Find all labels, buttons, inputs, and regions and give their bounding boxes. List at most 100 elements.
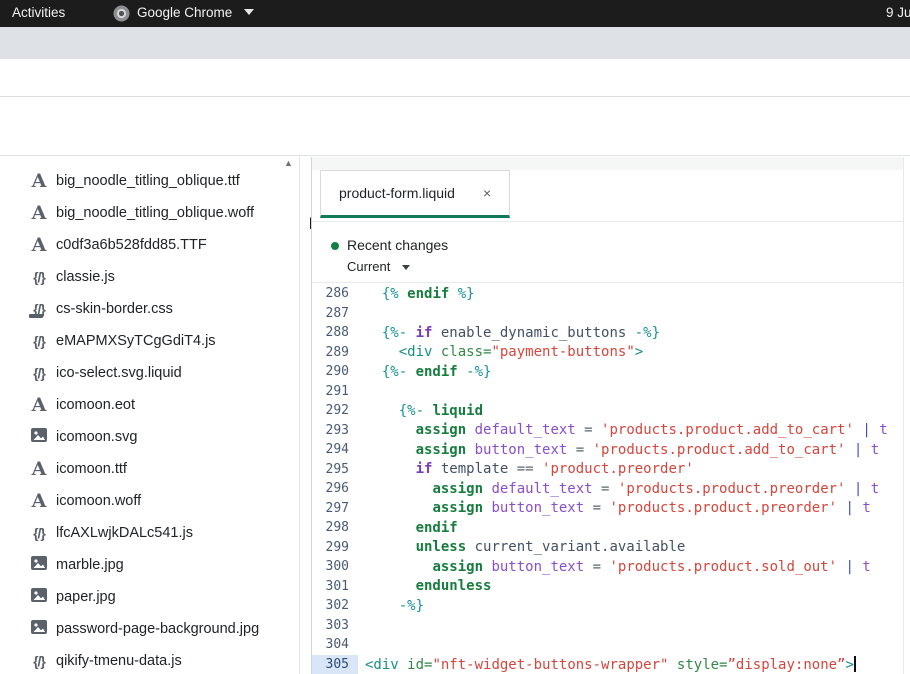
font-file-icon: A [26, 234, 52, 256]
file-name: c0df3a6b528fdd85.TTF [56, 237, 207, 253]
file-name: classie.js [56, 269, 115, 285]
line-number: 297 [312, 499, 358, 519]
file-name: icomoon.svg [56, 429, 137, 445]
code-line-text[interactable]: assign button_text = 'products.product.p… [358, 500, 871, 516]
code-line-286[interactable]: 286 {% endif %} [312, 284, 903, 304]
screen: Activities Google Chrome 9 Ju cata×cata×… [0, 0, 910, 674]
code-line-305[interactable]: 305<div id="nft-widget-buttons-wrapper" … [312, 655, 903, 674]
code-file-icon: {/} [26, 301, 52, 317]
file-item-cs-skin-border.css[interactable]: {/}cs-skin-border.css [0, 293, 286, 325]
file-name: icomoon.woff [56, 493, 141, 509]
file-item-classie.js[interactable]: {/}classie.js [0, 261, 286, 293]
line-number: 293 [312, 421, 358, 441]
code-line-297[interactable]: 297 assign button_text = 'products.produ… [312, 499, 903, 519]
code-line-298[interactable]: 298 endif [312, 518, 903, 538]
code-line-304[interactable]: 304 [312, 635, 903, 655]
line-number: 295 [312, 460, 358, 480]
code-line-289[interactable]: 289 <div class="payment-buttons"> [312, 343, 903, 363]
file-sidebar: ▲ Abig_noodle_titling_oblique.ttfAbig_no… [0, 157, 310, 674]
code-area[interactable]: 286 {% endif %}287288 {%- if enable_dyna… [312, 284, 903, 674]
code-line-291[interactable]: 291 [312, 382, 903, 402]
code-line-300[interactable]: 300 assign button_text = 'products.produ… [312, 557, 903, 577]
file-item-paper.jpg[interactable]: paper.jpg [0, 581, 286, 613]
line-number: 287 [312, 304, 358, 324]
code-line-text[interactable]: if template == 'product.preorder' [358, 461, 694, 477]
font-file-icon: A [26, 394, 52, 416]
code-line-text[interactable]: <div class="payment-buttons"> [358, 344, 643, 360]
open-file-tab[interactable]: product-form.liquid × [320, 170, 510, 218]
file-item-marble.jpg[interactable]: marble.jpg [0, 549, 286, 581]
file-name: password-page-background.jpg [56, 621, 259, 637]
file-name: icomoon.ttf [56, 461, 127, 477]
image-file-icon [26, 587, 52, 608]
file-item-qikify-tmenu-data.js[interactable]: {/}qikify-tmenu-data.js [0, 645, 286, 674]
code-line-288[interactable]: 288 {%- if enable_dynamic_buttons -%} [312, 323, 903, 343]
code-line-text[interactable]: -%} [358, 598, 424, 614]
version-caret-icon[interactable] [402, 265, 410, 270]
editor-tabbar-strip [312, 157, 903, 170]
line-number: 286 [312, 284, 358, 304]
line-number: 289 [312, 343, 358, 363]
code-file-icon: {/} [26, 333, 52, 349]
system-top-bar: Activities Google Chrome 9 Ju [0, 0, 910, 27]
line-number: 305 [312, 655, 358, 674]
app-menu[interactable]: Google Chrome [137, 5, 232, 20]
file-item-lfcAXLwjkDALc541.js[interactable]: {/}lfcAXLwjkDALc541.js [0, 517, 286, 549]
code-line-text[interactable]: assign default_text = 'products.product.… [358, 422, 888, 438]
code-line-287[interactable]: 287 [312, 304, 903, 324]
app-menu-caret-icon [244, 9, 254, 15]
code-line-303[interactable]: 303 [312, 616, 903, 636]
code-line-292[interactable]: 292 {%- liquid [312, 401, 903, 421]
text-caret [854, 656, 856, 672]
file-item-icomoon.eot[interactable]: Aicomoon.eot [0, 389, 286, 421]
code-line-295[interactable]: 295 if template == 'product.preorder' [312, 460, 903, 480]
file-name: ico-select.svg.liquid [56, 365, 182, 381]
file-item-c0df3a6b528fdd85.TTF[interactable]: Ac0df3a6b528fdd85.TTF [0, 229, 286, 261]
code-line-text[interactable]: endunless [358, 578, 491, 594]
code-file-icon: {/} [26, 653, 52, 669]
file-name: icomoon.eot [56, 397, 135, 413]
file-item-password-page-background.jpg[interactable]: password-page-background.jpg [0, 613, 286, 645]
file-name: big_noodle_titling_oblique.ttf [56, 173, 240, 189]
file-item-big_noodle_titling_oblique.woff[interactable]: Abig_noodle_titling_oblique.woff [0, 197, 286, 229]
line-number: 303 [312, 616, 358, 636]
line-number: 291 [312, 382, 358, 402]
scrollbar-track[interactable] [299, 157, 300, 674]
code-line-text[interactable]: {%- liquid [358, 403, 483, 419]
file-item-big_noodle_titling_oblique.ttf[interactable]: Abig_noodle_titling_oblique.ttf [0, 165, 286, 197]
activities-button[interactable]: Activities [12, 5, 65, 20]
chrome-app-icon [113, 5, 130, 22]
file-tab-label: product-form.liquid [339, 185, 455, 201]
code-line-text[interactable]: endif [358, 520, 458, 536]
file-item-icomoon.woff[interactable]: Aicomoon.woff [0, 485, 286, 517]
code-line-301[interactable]: 301 endunless [312, 577, 903, 597]
code-line-text[interactable]: {% endif %} [358, 286, 475, 302]
line-number: 294 [312, 440, 358, 460]
line-number: 299 [312, 538, 358, 558]
code-line-text[interactable]: <div id="nft-widget-buttons-wrapper" sty… [358, 656, 856, 673]
file-item-ico-select.svg.liquid[interactable]: {/}ico-select.svg.liquid [0, 357, 286, 389]
code-line-302[interactable]: 302 -%} [312, 596, 903, 616]
line-number: 301 [312, 577, 358, 597]
code-line-text[interactable]: assign default_text = 'products.product.… [358, 481, 879, 497]
code-line-299[interactable]: 299 unless current_variant.available [312, 538, 903, 558]
image-file-icon [26, 555, 52, 576]
file-item-icomoon.svg[interactable]: icomoon.svg [0, 421, 286, 453]
code-file-icon: {/} [26, 269, 52, 285]
code-line-294[interactable]: 294 assign button_text = 'products.produ… [312, 440, 903, 460]
version-selector[interactable]: Current [347, 259, 390, 274]
code-line-text[interactable]: assign button_text = 'products.product.s… [358, 559, 871, 575]
code-line-text[interactable]: assign button_text = 'products.product.a… [358, 442, 879, 458]
line-number: 302 [312, 596, 358, 616]
code-line-text[interactable]: {%- if enable_dynamic_buttons -%} [358, 325, 660, 341]
file-item-icomoon.ttf[interactable]: Aicomoon.ttf [0, 453, 286, 485]
code-line-296[interactable]: 296 assign default_text = 'products.prod… [312, 479, 903, 499]
clock[interactable]: 9 Ju [886, 5, 910, 20]
code-line-text[interactable]: {%- endif -%} [358, 364, 491, 380]
code-line-text[interactable]: unless current_variant.available [358, 539, 685, 555]
code-line-290[interactable]: 290 {%- endif -%} [312, 362, 903, 382]
code-line-293[interactable]: 293 assign default_text = 'products.prod… [312, 421, 903, 441]
file-item-eMAPMXSyTCgGdiT4.js[interactable]: {/}eMAPMXSyTCgGdiT4.js [0, 325, 286, 357]
line-number: 296 [312, 479, 358, 499]
file-tab-close-icon[interactable]: × [483, 185, 491, 201]
